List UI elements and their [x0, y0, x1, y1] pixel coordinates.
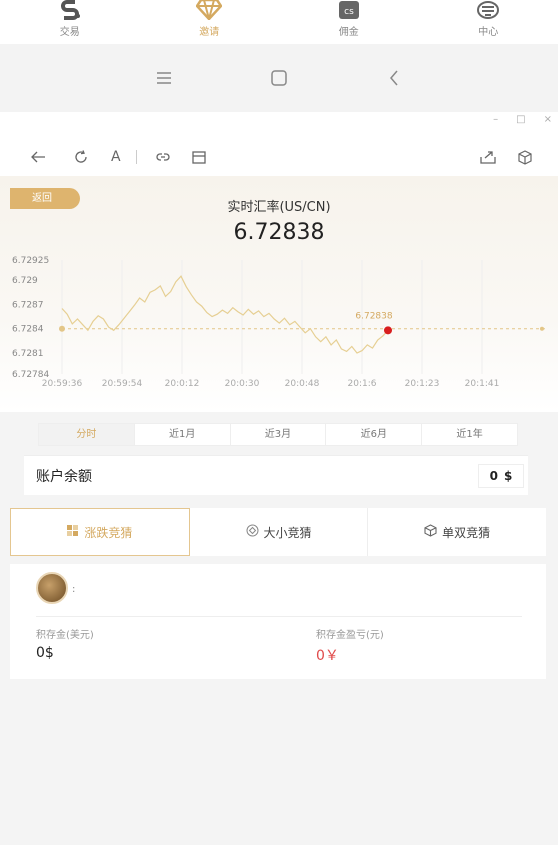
series-line: [61, 275, 389, 354]
period-tab[interactable]: 近3月: [231, 424, 327, 445]
maximize-button[interactable]: □: [516, 114, 525, 125]
x-tick-label: 20:1:6: [348, 379, 377, 389]
refresh-icon[interactable]: [74, 150, 88, 164]
toolbar-divider: [136, 150, 137, 164]
y-tick-label: 6.72784: [12, 370, 49, 380]
x-tick-label: 20:1:41: [465, 379, 500, 389]
tab-label: 邀请: [199, 27, 220, 38]
y-tick-label: 6.729: [12, 276, 38, 286]
rate-title: 实时汇率(US/CN): [227, 200, 331, 215]
close-button[interactable]: ×: [544, 114, 552, 125]
divider: [36, 616, 522, 617]
back-icon[interactable]: [337, 58, 452, 98]
username: :: [72, 584, 76, 595]
game-tab-label: 单双竞猜: [442, 525, 491, 540]
avatar[interactable]: [36, 572, 68, 604]
back-arrow-icon[interactable]: [30, 150, 46, 164]
squares-icon: [67, 524, 79, 540]
balance-value: 0: [489, 469, 498, 483]
balance-label: 账户余额: [36, 469, 92, 485]
tab-commission[interactable]: cs 佣金: [279, 0, 419, 44]
stack-icon: [476, 0, 500, 20]
minimize-button[interactable]: –: [493, 114, 498, 125]
toolbar: A: [0, 140, 558, 174]
balance-unit: $: [504, 469, 513, 483]
package-icon[interactable]: [518, 149, 532, 165]
current-value-label: 6.72838: [355, 311, 392, 321]
diamond-icon: [196, 0, 223, 20]
android-nav-bar: [0, 44, 558, 112]
rate-value: 6.72838: [233, 220, 325, 245]
game-tabs: 涨跌竞猜 大小竞猜 单双竞猜: [10, 508, 546, 556]
stat-label: 积存金(美元): [36, 630, 94, 641]
game-tab-bigsmall[interactable]: 大小竞猜: [190, 508, 369, 556]
tab-trade[interactable]: 交易: [0, 0, 140, 44]
y-tick-label: 6.72925: [12, 256, 49, 266]
period-tab[interactable]: 近1年: [422, 424, 517, 445]
tab-center[interactable]: 中心: [419, 0, 558, 44]
rate-panel: 返回 实时汇率(US/CN) 6.72838 20:59:36 20:59:54 2…: [0, 176, 558, 412]
period-tabs: 分时 近1月 近3月 近6月 近1年: [38, 423, 518, 446]
x-tick-label: 20:0:12: [165, 379, 200, 389]
period-tab[interactable]: 分时: [39, 424, 135, 445]
stat-value: 0￥: [316, 648, 339, 664]
window-controls: – □ ×: [493, 114, 552, 125]
s-logo-icon: [59, 0, 81, 20]
account-balance: 账户余额 0 $: [24, 455, 528, 495]
x-tick-label: 20:59:54: [102, 379, 143, 389]
x-tick-label: 20:0:48: [285, 379, 320, 389]
stat-value: 0$: [36, 645, 54, 661]
x-tick-label: 20:0:30: [225, 379, 260, 389]
y-tick-label: 6.7284: [12, 325, 44, 335]
font-icon[interactable]: A: [111, 149, 121, 165]
link-icon[interactable]: [155, 151, 171, 163]
stat-label: 积存金盈亏(元): [316, 630, 384, 641]
y-tick-label: 6.7287: [12, 300, 44, 310]
tab-label: 佣金: [338, 27, 359, 38]
tab-invite[interactable]: 邀请: [140, 0, 280, 44]
reference-start-dot: [59, 325, 65, 332]
share-icon[interactable]: [480, 150, 496, 164]
home-icon[interactable]: [222, 58, 337, 98]
period-tab[interactable]: 近6月: [326, 424, 423, 445]
balance-value-box: 0 $: [478, 464, 524, 488]
game-tab-oddeven[interactable]: 单双竞猜: [368, 508, 546, 556]
gem-icon: [246, 524, 259, 540]
game-tab-label: 大小竞猜: [263, 525, 312, 540]
period-tab[interactable]: 近1月: [135, 424, 231, 445]
rate-chart: 20:59:36 20:59:54 20:0:12 20:0:30 20:0:48 20:…: [12, 256, 545, 389]
y-tick-label: 6.7281: [12, 349, 44, 359]
bottom-tab-bar: 交易 邀请 cs 佣金 中心: [0, 0, 558, 44]
stat-gold-usd: 积存金(美元) 0$: [36, 626, 94, 661]
tab-label: 中心: [478, 27, 499, 38]
x-tick-label: 20:1:23: [405, 379, 440, 389]
svg-text:cs: cs: [344, 7, 354, 17]
x-tick-label: 20:59:36: [42, 379, 83, 389]
browser-chrome: – □ × A: [0, 112, 558, 176]
user-card: : 积存金(美元) 0$ 积存金盈亏(元) 0￥: [10, 564, 546, 679]
game-tab-updown[interactable]: 涨跌竞猜: [10, 508, 190, 556]
lastfm-icon: cs: [338, 0, 360, 20]
bookmark-icon[interactable]: [192, 150, 206, 164]
cube-icon: [424, 524, 437, 540]
stat-gold-pnl: 积存金盈亏(元) 0￥: [316, 626, 384, 665]
game-tab-label: 涨跌竞猜: [84, 525, 133, 540]
reference-end-dot: [540, 326, 544, 331]
current-point: [384, 326, 392, 335]
tab-label: 交易: [59, 27, 80, 38]
menu-icon[interactable]: [107, 58, 222, 98]
